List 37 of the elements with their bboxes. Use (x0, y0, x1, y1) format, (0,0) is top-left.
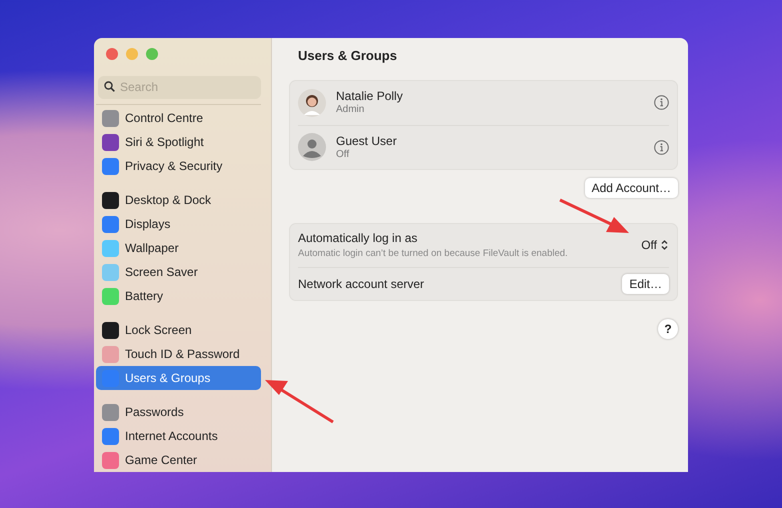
sidebar-item[interactable]: Wallpaper (96, 236, 261, 260)
sidebar-item[interactable]: Battery (96, 284, 261, 308)
sidebar-item[interactable]: Lock Screen (96, 318, 261, 342)
updown-chevron-icon (660, 239, 669, 251)
sidebar-item[interactable]: Control Centre (96, 106, 261, 130)
edit-button[interactable]: Edit… (622, 274, 669, 294)
sidebar-item[interactable]: Game Center (96, 448, 261, 472)
sidebar-item[interactable]: Siri & Spotlight (96, 130, 261, 154)
window-title: Users & Groups (298, 47, 398, 65)
search-field[interactable]: Search (98, 76, 261, 98)
add-account-button[interactable]: Add Account… (584, 178, 678, 198)
annotation-arrow (559, 198, 629, 233)
user-role: Admin (336, 103, 366, 116)
sidebar-item[interactable]: Desktop & Dock (96, 188, 261, 212)
user-silhouette-icon (298, 133, 326, 161)
sidebar-item[interactable]: Passwords (96, 400, 261, 424)
popup-menu[interactable]: Off (641, 236, 669, 254)
help-button[interactable]: ? (658, 318, 678, 338)
user-name: Natalie Polly (336, 89, 403, 103)
info-icon[interactable] (654, 95, 669, 110)
user-name: Guest User (336, 134, 397, 148)
sidebar-item[interactable]: Users & Groups (96, 366, 261, 390)
setting-label: Automatically log in as (298, 230, 418, 247)
close-button[interactable] (106, 48, 118, 60)
sidebar-item[interactable]: Screen Saver (96, 260, 261, 284)
info-icon[interactable] (654, 140, 669, 154)
minimize-button[interactable] (126, 48, 138, 60)
sidebar-item[interactable]: Touch ID & Password (96, 342, 261, 366)
avatar-icon (298, 88, 326, 116)
sidebar-item[interactable]: Privacy & Security (96, 154, 261, 178)
zoom-button[interactable] (146, 48, 158, 60)
setting-note: Automatic login can’t be turned on because FileVault is enabled. (298, 246, 568, 261)
user-role: Off (336, 148, 350, 160)
setting-label: Network account server (298, 276, 424, 292)
sidebar-item[interactable]: Displays (96, 212, 261, 236)
sidebar-item[interactable]: Internet Accounts (96, 424, 261, 448)
annotation-arrow (265, 380, 334, 424)
